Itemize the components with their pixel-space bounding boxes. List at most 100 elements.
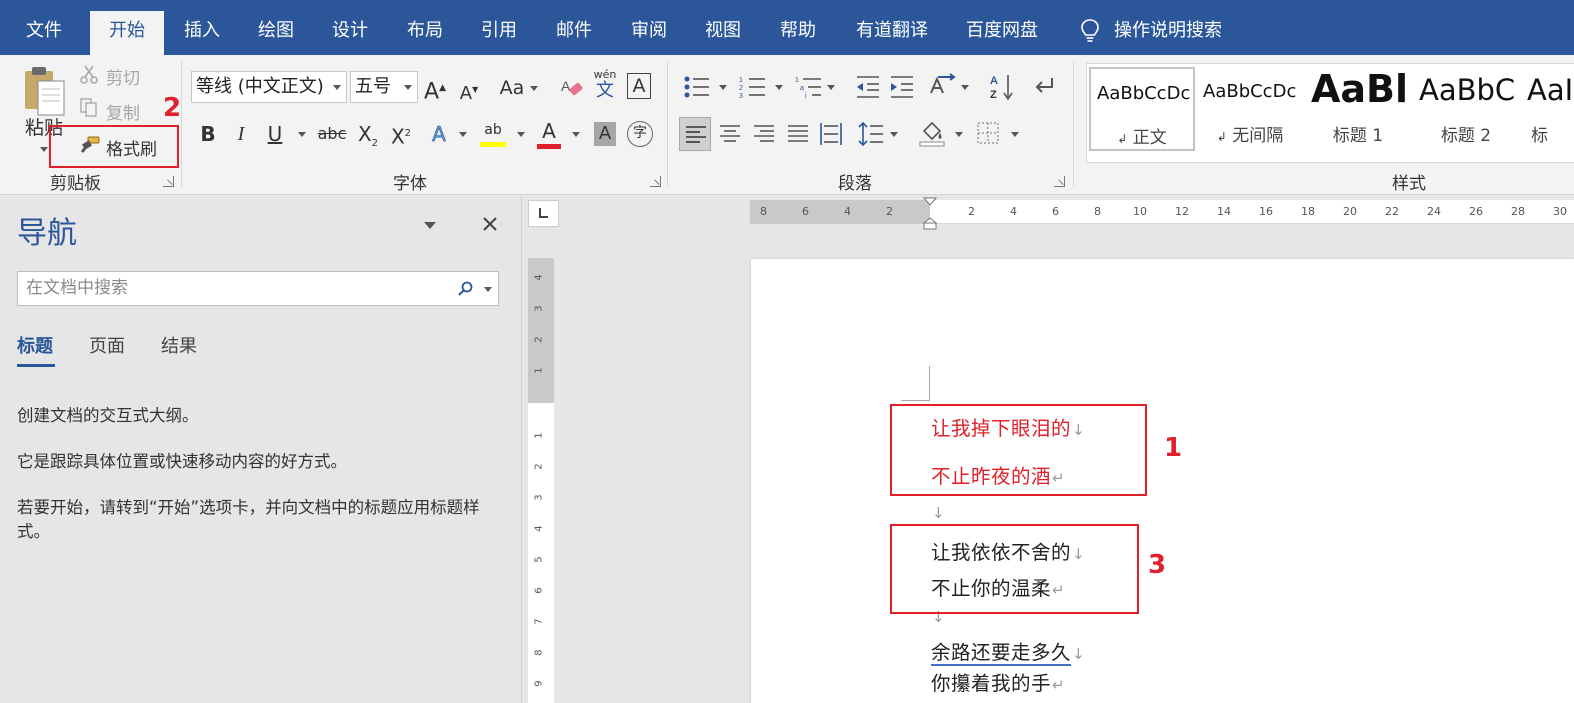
- tell-me-search[interactable]: 操作说明搜索: [1080, 11, 1222, 51]
- vertical-ruler[interactable]: 4 3 2 1 1 2 3 4 5 6 7 8 9: [528, 258, 554, 703]
- nav-options-dropdown-icon[interactable]: [424, 222, 436, 229]
- numbering-dropdown-icon[interactable]: [775, 85, 783, 90]
- font-name-select[interactable]: 等线 (中文正文): [191, 71, 347, 103]
- nav-tab-results[interactable]: 结果: [161, 332, 197, 358]
- tab-baidu-netdisk[interactable]: 百度网盘: [955, 11, 1049, 55]
- strikethrough-button[interactable]: abc: [317, 119, 347, 149]
- italic-button[interactable]: I: [231, 119, 251, 149]
- superscript-button[interactable]: X2: [390, 119, 412, 149]
- paste-dropdown-icon[interactable]: [40, 147, 48, 152]
- svg-text:1: 1: [795, 77, 799, 84]
- shading-icon[interactable]: [918, 119, 946, 147]
- tab-references[interactable]: 引用: [467, 11, 531, 55]
- align-center-icon[interactable]: [719, 124, 741, 144]
- highlight-dropdown-icon[interactable]: [517, 132, 525, 137]
- font-size-value: 五号: [355, 76, 391, 97]
- increase-indent-icon[interactable]: [889, 75, 915, 99]
- character-shading-button[interactable]: A: [594, 122, 616, 146]
- justify-icon[interactable]: [787, 124, 809, 144]
- chinese-layout-dropdown-icon[interactable]: [961, 85, 969, 90]
- ruler-label: 4: [844, 205, 851, 218]
- doc-line[interactable]: 余路还要走多久↓: [931, 636, 1085, 666]
- tab-home[interactable]: 开始: [90, 11, 164, 55]
- enclose-characters-icon: 字: [633, 125, 647, 141]
- tab-file[interactable]: 文件: [12, 11, 76, 55]
- underline-button[interactable]: U: [265, 119, 285, 149]
- svg-text:2: 2: [739, 85, 743, 92]
- svg-text:3: 3: [739, 93, 743, 99]
- distributed-icon[interactable]: [819, 121, 843, 147]
- line-spacing-dropdown-icon[interactable]: [890, 132, 898, 137]
- grow-font-button[interactable]: A▲: [423, 73, 447, 104]
- tab-view[interactable]: 视图: [691, 11, 755, 55]
- align-left-button[interactable]: [679, 117, 711, 151]
- bold-button[interactable]: B: [198, 119, 218, 149]
- nav-tab-headings[interactable]: 标题: [17, 332, 53, 358]
- search-icon[interactable]: [458, 281, 474, 297]
- tab-selector-button[interactable]: [528, 200, 559, 227]
- tab-help[interactable]: 帮助: [766, 11, 830, 55]
- document-page[interactable]: [751, 259, 1574, 703]
- borders-icon[interactable]: [976, 121, 1000, 145]
- numbering-icon[interactable]: 123: [739, 75, 767, 99]
- tab-youdao-translate[interactable]: 有道翻译: [845, 11, 939, 55]
- tab-mailings[interactable]: 邮件: [542, 11, 606, 55]
- nav-tab-pages[interactable]: 页面: [89, 332, 125, 358]
- annotation-box-1: [890, 404, 1147, 496]
- chevron-down-icon: [333, 85, 341, 90]
- style-normal[interactable]: AaBbCcDc ↲ 正文: [1089, 67, 1195, 151]
- align-right-icon[interactable]: [753, 124, 775, 144]
- style-heading-2[interactable]: AaBbC 标题 2: [1413, 67, 1519, 151]
- phonetic-guide-button[interactable]: wén 文: [592, 69, 618, 101]
- nav-help-text-2: 它是跟踪具体位置或快速移动内容的好方式。: [17, 452, 347, 471]
- multilevel-dropdown-icon[interactable]: [827, 85, 835, 90]
- cut-button[interactable]: 剪切: [106, 64, 140, 89]
- show-paragraph-marks-icon[interactable]: [1032, 75, 1056, 99]
- multilevel-list-icon[interactable]: 1ai: [795, 75, 823, 99]
- shrink-font-button[interactable]: A▼: [457, 75, 481, 105]
- sort-icon[interactable]: A Z: [990, 73, 1014, 101]
- nav-search-input[interactable]: 在文档中搜索: [17, 271, 499, 306]
- bullets-icon[interactable]: [683, 75, 711, 99]
- underline-dropdown-icon[interactable]: [298, 132, 306, 137]
- enclose-characters-button[interactable]: 字: [627, 121, 653, 147]
- chevron-down-icon: [530, 86, 539, 91]
- horizontal-ruler[interactable]: 8 6 4 2 2 4 6 8 10 12 14 16 18 20 22 24 …: [750, 197, 1574, 230]
- font-size-select[interactable]: 五号: [350, 71, 418, 103]
- font-color-dropdown-icon[interactable]: [572, 132, 580, 137]
- paste-icon[interactable]: [22, 65, 68, 117]
- style-heading-1[interactable]: AaBl 标题 1: [1305, 67, 1411, 151]
- style-no-spacing[interactable]: AaBbCcDc ↲ 无间隔: [1197, 67, 1303, 151]
- text-effects-button[interactable]: A: [428, 119, 450, 149]
- shading-dropdown-icon[interactable]: [955, 132, 963, 137]
- subscript-button[interactable]: X2: [357, 119, 379, 149]
- chinese-layout-icon[interactable]: [928, 73, 956, 101]
- tab-insert[interactable]: 插入: [170, 11, 234, 55]
- clipboard-launcher-icon[interactable]: [163, 176, 174, 187]
- doc-line[interactable]: ↓: [931, 500, 945, 523]
- doc-line[interactable]: 你攥着我的手↵: [931, 667, 1065, 696]
- phonetic-guide-char: 文: [596, 80, 614, 101]
- copy-button[interactable]: 复制: [106, 99, 140, 124]
- bullets-dropdown-icon[interactable]: [719, 85, 727, 90]
- close-icon[interactable]: [482, 216, 498, 232]
- highlight-button[interactable]: ab: [480, 119, 506, 147]
- decrease-indent-icon[interactable]: [855, 75, 881, 99]
- character-border-button[interactable]: A: [627, 73, 651, 99]
- tab-review[interactable]: 审阅: [617, 11, 681, 55]
- tab-design[interactable]: 设计: [318, 11, 382, 55]
- borders-dropdown-icon[interactable]: [1011, 132, 1019, 137]
- tab-layout[interactable]: 布局: [393, 11, 457, 55]
- font-launcher-icon[interactable]: [650, 176, 661, 187]
- ruler-label: 26: [1469, 205, 1483, 218]
- tab-draw[interactable]: 绘图: [244, 11, 308, 55]
- clear-formatting-icon[interactable]: A: [561, 77, 583, 99]
- font-color-button[interactable]: A: [537, 119, 561, 149]
- text-effects-dropdown-icon[interactable]: [459, 132, 467, 137]
- change-case-button[interactable]: Aa: [497, 73, 541, 103]
- paragraph-launcher-icon[interactable]: [1054, 176, 1065, 187]
- search-options-dropdown-icon[interactable]: [484, 287, 492, 292]
- indent-marker-icon[interactable]: [922, 196, 938, 230]
- line-spacing-icon[interactable]: [858, 121, 884, 147]
- style-title[interactable]: AaI 标: [1521, 67, 1574, 151]
